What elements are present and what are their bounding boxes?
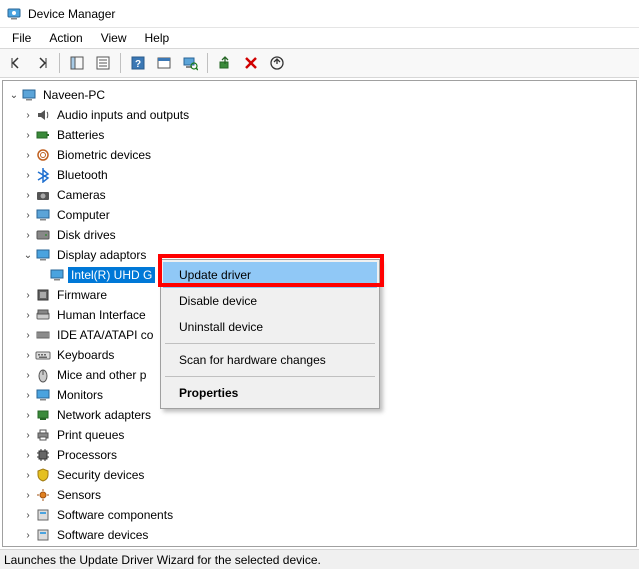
app-icon — [6, 6, 22, 22]
properties-button[interactable] — [91, 51, 115, 75]
monitor-icon — [35, 387, 51, 403]
security-icon — [35, 467, 51, 483]
expand-icon[interactable]: › — [21, 130, 35, 141]
ide-icon — [35, 327, 51, 343]
toolbar-separator — [207, 53, 208, 73]
menu-action[interactable]: Action — [41, 29, 90, 47]
mouse-icon — [35, 367, 51, 383]
expand-icon[interactable]: › — [21, 430, 35, 441]
status-text: Launches the Update Driver Wizard for th… — [4, 553, 321, 567]
tree-category[interactable]: ›Sound, video and game controllers — [3, 545, 636, 547]
expand-icon[interactable]: › — [21, 290, 35, 301]
menu-file[interactable]: File — [4, 29, 39, 47]
tree-category[interactable]: ›Audio inputs and outputs — [3, 105, 636, 125]
tree-category[interactable]: ›Batteries — [3, 125, 636, 145]
toolbar-separator — [59, 53, 60, 73]
scan-hardware-button[interactable] — [178, 51, 202, 75]
expand-icon[interactable]: › — [21, 450, 35, 461]
expand-icon[interactable]: › — [21, 230, 35, 241]
keyboard-icon — [35, 347, 51, 363]
display-icon — [49, 267, 65, 283]
tree-category[interactable]: ›Computer — [3, 205, 636, 225]
tree-category[interactable]: ›Software devices — [3, 525, 636, 545]
bluetooth-icon — [35, 167, 51, 183]
collapse-icon[interactable]: ⌄ — [7, 90, 21, 101]
ctx-update-driver[interactable]: Update driver — [163, 262, 377, 288]
ctx-separator — [165, 343, 375, 344]
software-icon — [35, 527, 51, 543]
tree-category[interactable]: ›Biometric devices — [3, 145, 636, 165]
context-menu: Update driver Disable device Uninstall d… — [160, 259, 380, 409]
menu-bar: File Action View Help — [0, 28, 639, 48]
tree-category[interactable]: ›Software components — [3, 505, 636, 525]
root-label: Naveen-PC — [40, 87, 108, 103]
network-icon — [35, 407, 51, 423]
menu-view[interactable]: View — [93, 29, 135, 47]
print-icon — [35, 427, 51, 443]
expand-icon[interactable]: › — [21, 530, 35, 541]
expand-icon[interactable]: › — [21, 350, 35, 361]
toolbar-separator — [120, 53, 121, 73]
expand-icon[interactable]: › — [21, 390, 35, 401]
expand-icon[interactable]: › — [21, 370, 35, 381]
tree-root[interactable]: ⌄ Naveen-PC — [3, 85, 636, 105]
uninstall-device-button[interactable] — [239, 51, 263, 75]
expand-icon[interactable]: › — [21, 490, 35, 501]
battery-icon — [35, 127, 51, 143]
svg-text:?: ? — [135, 59, 141, 70]
ctx-uninstall-device[interactable]: Uninstall device — [163, 314, 377, 340]
ctx-properties[interactable]: Properties — [163, 380, 377, 406]
expand-icon[interactable]: › — [21, 310, 35, 321]
processor-icon — [35, 447, 51, 463]
tree-category[interactable]: ›Cameras — [3, 185, 636, 205]
back-button[interactable] — [4, 51, 28, 75]
ctx-scan-hardware[interactable]: Scan for hardware changes — [163, 347, 377, 373]
expand-icon[interactable]: › — [21, 170, 35, 181]
tree-category[interactable]: ›Processors — [3, 445, 636, 465]
disk-icon — [35, 227, 51, 243]
ctx-separator — [165, 376, 375, 377]
help-button[interactable]: ? — [126, 51, 150, 75]
forward-button[interactable] — [30, 51, 54, 75]
menu-help[interactable]: Help — [137, 29, 178, 47]
display-icon — [35, 247, 51, 263]
biometric-icon — [35, 147, 51, 163]
expand-icon[interactable]: › — [21, 110, 35, 121]
tree-category[interactable]: ›Sensors — [3, 485, 636, 505]
audio-icon — [35, 107, 51, 123]
hid-icon — [35, 307, 51, 323]
expand-icon[interactable]: › — [21, 410, 35, 421]
expand-icon[interactable]: › — [21, 510, 35, 521]
expand-icon[interactable]: › — [21, 190, 35, 201]
computer-icon — [35, 207, 51, 223]
expand-icon[interactable]: › — [21, 330, 35, 341]
tree-category[interactable]: ›Print queues — [3, 425, 636, 445]
show-hide-tree-button[interactable] — [65, 51, 89, 75]
update-driver-button[interactable] — [265, 51, 289, 75]
camera-icon — [35, 187, 51, 203]
computer-icon — [21, 87, 37, 103]
tree-category[interactable]: ›Disk drives — [3, 225, 636, 245]
expand-icon[interactable]: › — [21, 210, 35, 221]
expand-icon[interactable]: › — [21, 470, 35, 481]
ctx-disable-device[interactable]: Disable device — [163, 288, 377, 314]
tree-category[interactable]: ›Security devices — [3, 465, 636, 485]
collapse-icon[interactable]: ⌄ — [21, 250, 35, 261]
enable-device-button[interactable] — [213, 51, 237, 75]
toolbar: ? — [0, 48, 639, 78]
window-title: Device Manager — [28, 7, 115, 21]
title-bar: Device Manager — [0, 0, 639, 28]
tree-category[interactable]: ›Bluetooth — [3, 165, 636, 185]
action-button[interactable] — [152, 51, 176, 75]
expand-icon[interactable]: › — [21, 150, 35, 161]
software-icon — [35, 507, 51, 523]
firmware-icon — [35, 287, 51, 303]
sensor-icon — [35, 487, 51, 503]
status-bar: Launches the Update Driver Wizard for th… — [0, 549, 639, 569]
